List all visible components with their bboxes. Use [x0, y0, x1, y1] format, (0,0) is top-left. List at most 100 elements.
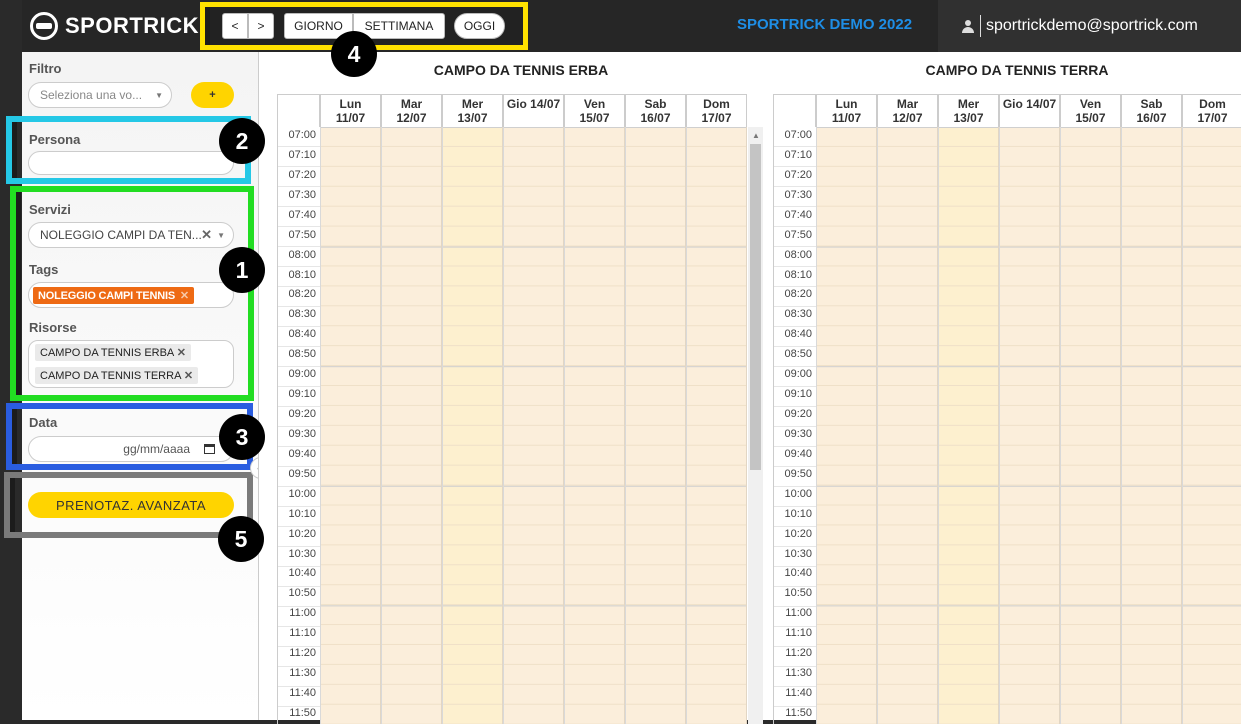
day-date: 11/07 — [831, 111, 862, 125]
day-column[interactable] — [877, 127, 938, 724]
time-label: 07:00 — [784, 129, 812, 141]
day-date: 12/07 — [396, 111, 427, 125]
time-label: 07:50 — [288, 228, 316, 241]
day-header[interactable]: Dom 17/07 — [1182, 94, 1241, 127]
time-label: 09:20 — [288, 408, 316, 421]
day-date: 13/07 — [953, 111, 984, 125]
time-label: 10:40 — [288, 567, 316, 580]
time-label: 11:30 — [289, 667, 316, 680]
day-header[interactable]: Lun 11/07 — [816, 94, 877, 127]
day-column[interactable] — [999, 127, 1060, 724]
time-label: 07:20 — [288, 168, 316, 181]
day-name: Dom — [1199, 97, 1226, 111]
time-label: 07:20 — [784, 168, 812, 181]
day-name: Dom — [703, 97, 730, 111]
day-column[interactable] — [564, 127, 625, 724]
calendar-title: CAMPO DA TENNIS TERRA — [925, 62, 1109, 78]
time-label: 10:00 — [288, 487, 316, 500]
day-column[interactable] — [442, 127, 503, 724]
day-column[interactable] — [381, 127, 442, 724]
time-label: 11:00 — [785, 607, 812, 620]
vertical-scrollbar[interactable]: ▲ — [748, 127, 763, 724]
user-menu[interactable]: sportrickdemo@sportrick.com — [938, 0, 1241, 52]
day-name: Mar — [896, 97, 919, 111]
time-label: 08:00 — [288, 248, 316, 261]
day-header[interactable]: Ven 15/07 — [1060, 94, 1121, 127]
time-label: 08:10 — [784, 268, 812, 281]
app-frame: SPORTRICK SPORTRICK DEMO 2022 sportrickd… — [0, 0, 1241, 724]
time-label: 10:50 — [288, 587, 316, 600]
day-column[interactable] — [1060, 127, 1121, 724]
time-label: 09:30 — [784, 427, 812, 440]
day-header[interactable]: Ven 15/07 — [564, 94, 625, 127]
day-header[interactable]: Mar 12/07 — [877, 94, 938, 127]
day-header[interactable]: Lun 11/07 — [320, 94, 381, 127]
time-label: 09:10 — [784, 388, 812, 401]
time-label: 11:50 — [785, 706, 812, 719]
time-label: 09:50 — [288, 467, 316, 480]
logo[interactable]: SPORTRICK — [30, 9, 199, 43]
scroll-up-icon[interactable]: ▲ — [752, 131, 760, 140]
day-name: Sab — [644, 97, 667, 111]
filtro-placeholder: Seleziona una vo... — [40, 88, 143, 102]
time-label: 09:20 — [784, 408, 812, 421]
day-name: Mar — [400, 97, 423, 111]
day-name: Mer — [957, 97, 980, 111]
logo-text: SPORTRICK — [65, 13, 200, 38]
day-header[interactable]: Mar 12/07 — [381, 94, 442, 127]
time-label: 07:10 — [288, 148, 316, 161]
highlight-frame-2 — [6, 116, 251, 184]
time-label: 08:40 — [288, 328, 316, 341]
time-label: 08:50 — [784, 348, 812, 361]
day-column[interactable] — [686, 127, 747, 724]
day-name: Gio 14/07 — [506, 97, 561, 111]
day-column[interactable] — [938, 127, 999, 724]
next-button[interactable]: > — [248, 13, 274, 39]
time-label: 10:10 — [784, 507, 812, 520]
time-label: 11:10 — [785, 627, 812, 640]
time-label: 10:30 — [784, 547, 812, 560]
time-label: 07:30 — [288, 188, 316, 201]
day-header[interactable]: Gio 14/07 — [999, 94, 1060, 127]
day-header[interactable]: Dom 17/07 — [686, 94, 747, 127]
time-label: 10:40 — [784, 567, 812, 580]
day-column[interactable] — [816, 127, 877, 724]
time-label: 11:50 — [289, 706, 316, 719]
highlight-frame-3 — [6, 403, 253, 470]
day-header[interactable]: Sab 16/07 — [625, 94, 686, 127]
filtro-select[interactable]: Seleziona una vo... ▼ — [28, 82, 172, 108]
oggi-button[interactable]: OGGI — [454, 13, 505, 39]
time-label: 10:20 — [288, 527, 316, 540]
time-label: 09:10 — [288, 388, 316, 401]
prev-button[interactable]: < — [222, 13, 248, 39]
time-header — [277, 94, 320, 127]
day-name: Lun — [339, 97, 362, 111]
day-column[interactable] — [503, 127, 564, 724]
day-header[interactable]: Sab 16/07 — [1121, 94, 1182, 127]
scrollbar-thumb[interactable] — [750, 144, 761, 470]
user-email: sportrickdemo@sportrick.com — [986, 17, 1198, 34]
time-label: 10:30 — [288, 547, 316, 560]
time-label: 10:10 — [288, 507, 316, 520]
time-header — [773, 94, 816, 127]
day-name: Sab — [1140, 97, 1163, 111]
day-date: 17/07 — [1197, 111, 1228, 125]
day-date: 13/07 — [457, 111, 488, 125]
time-label: 07:50 — [784, 228, 812, 241]
demo-title: SPORTRICK DEMO 2022 — [737, 16, 913, 33]
chevron-down-icon: ▼ — [155, 90, 163, 100]
day-name: Ven — [1079, 97, 1102, 111]
day-column[interactable] — [625, 127, 686, 724]
time-label: 11:20 — [289, 647, 316, 660]
add-filter-button[interactable]: + — [191, 82, 234, 108]
divider — [980, 15, 981, 37]
highlight-frame-5 — [4, 472, 253, 538]
day-header[interactable]: Mer 13/07 — [938, 94, 999, 127]
time-label: 08:40 — [784, 328, 812, 341]
marker-3: 3 — [219, 414, 265, 460]
day-column[interactable] — [320, 127, 381, 724]
day-column[interactable] — [1182, 127, 1241, 724]
day-column[interactable] — [1121, 127, 1182, 724]
day-header[interactable]: Gio 14/07 — [503, 94, 564, 127]
day-header[interactable]: Mer 13/07 — [442, 94, 503, 127]
